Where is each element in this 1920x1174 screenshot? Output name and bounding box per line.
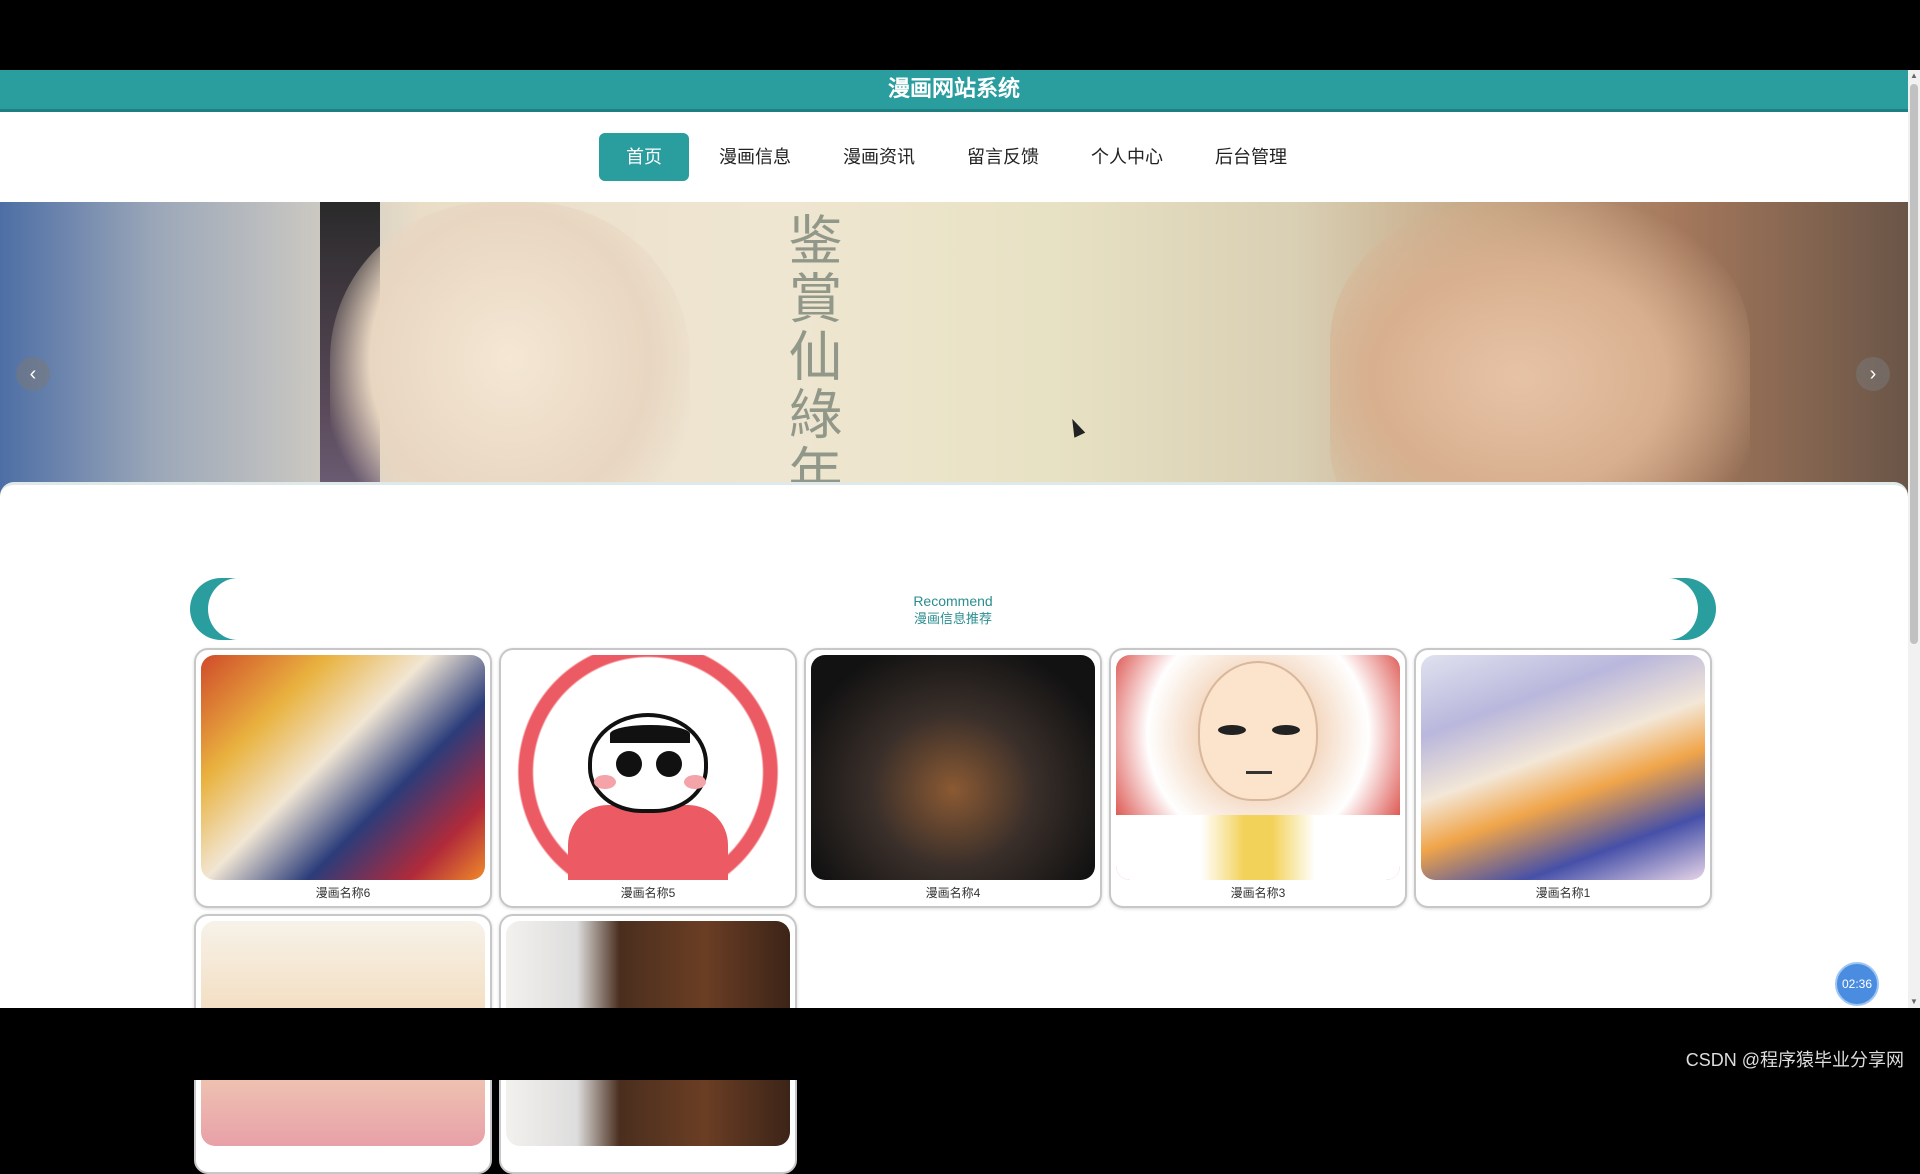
main-nav: 首页 漫画信息 漫画资讯 留言反馈 个人中心 后台管理 (0, 112, 1908, 202)
nav-item-home[interactable]: 首页 (599, 133, 689, 181)
carousel-next-button[interactable]: › (1856, 357, 1890, 391)
nav-item-admin[interactable]: 后台管理 (1193, 133, 1309, 181)
nav-item-profile[interactable]: 个人中心 (1069, 133, 1185, 181)
comic-name[interactable]: 漫画名称5 (501, 884, 795, 901)
comic-cover[interactable] (811, 655, 1095, 880)
scroll-down-icon[interactable]: ▼ (1908, 996, 1920, 1008)
timer-badge[interactable]: 02:36 (1835, 962, 1879, 1006)
comic-name[interactable]: 漫画名称4 (806, 884, 1100, 901)
nav-item-comic-news[interactable]: 漫画资讯 (821, 133, 937, 181)
carousel-prev-button[interactable]: ‹ (16, 357, 50, 391)
scroll-up-icon[interactable]: ▲ (1908, 70, 1920, 82)
comic-card[interactable]: 漫画名称5 (499, 648, 797, 908)
recommend-title-cn: 漫画信息推荐 (913, 611, 992, 626)
site-title: 漫画网站系统 (0, 70, 1908, 112)
comic-name[interactable]: 漫画名称1 (1416, 884, 1710, 901)
comic-name[interactable]: 漫画名称6 (196, 884, 490, 901)
comic-cover[interactable] (506, 655, 790, 880)
page-scrollbar[interactable]: ▲ ▼ (1908, 70, 1920, 1008)
recommend-header: Recommend 漫画信息推荐 (190, 578, 1716, 640)
banner-calligraphy: 鉴賞仙綠年 (779, 212, 842, 502)
nav-item-comic-info[interactable]: 漫画信息 (697, 133, 813, 181)
comic-card[interactable]: 漫画名称3 (1109, 648, 1407, 908)
nav-item-feedback[interactable]: 留言反馈 (945, 133, 1061, 181)
comic-cover[interactable] (1421, 655, 1705, 880)
video-letterbox-bottom (0, 1008, 1920, 1080)
comic-name[interactable]: 漫画名称3 (1111, 884, 1405, 901)
comic-cover[interactable] (201, 655, 485, 880)
comic-cover[interactable] (1116, 655, 1400, 880)
comic-card[interactable]: 漫画名称4 (804, 648, 1102, 908)
scrollbar-thumb[interactable] (1910, 84, 1918, 644)
recommend-title-en: Recommend (913, 593, 993, 609)
comic-card[interactable]: 漫画名称1 (1414, 648, 1712, 908)
comic-card[interactable]: 漫画名称6 (194, 648, 492, 908)
watermark: CSDN @程序猿毕业分享网 (1685, 1050, 1904, 1070)
